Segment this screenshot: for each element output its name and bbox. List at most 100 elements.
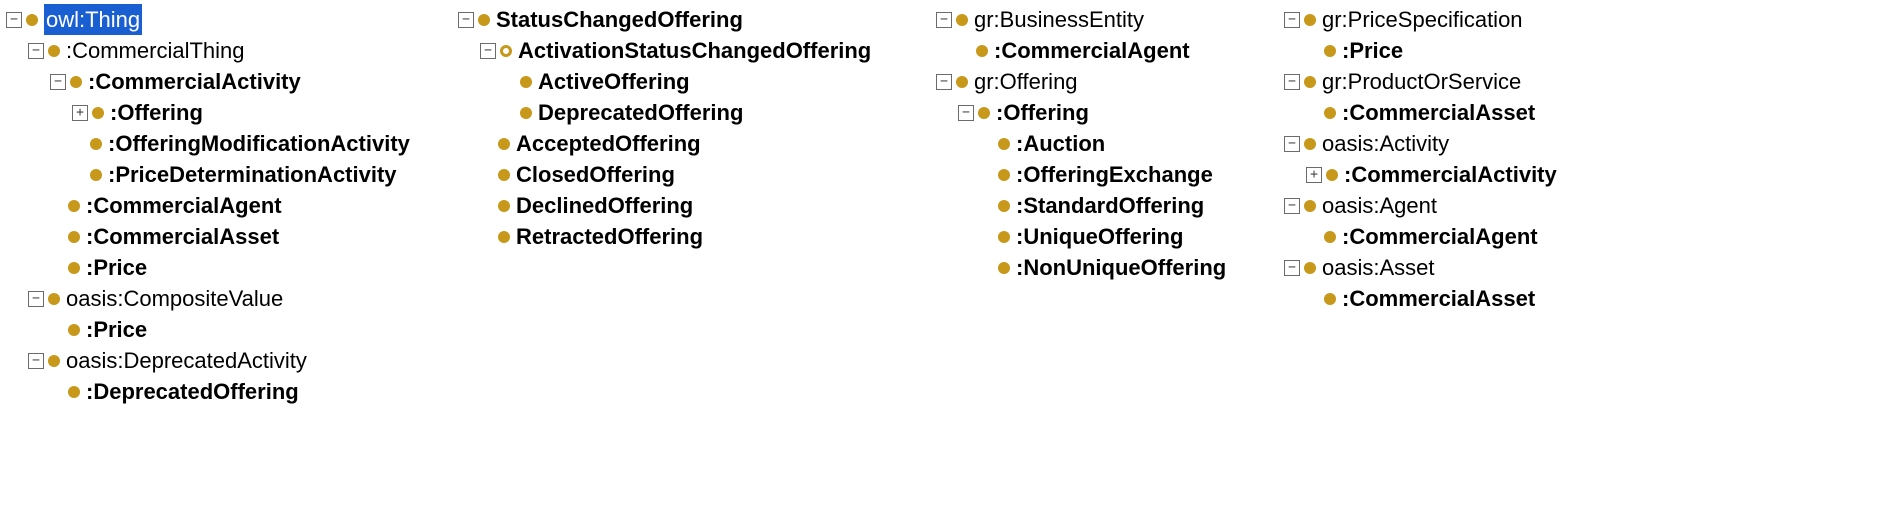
tree-node-offering-3[interactable]: :Offering — [958, 97, 1284, 128]
class-icon — [68, 231, 80, 243]
tree-node-commercial-agent-3[interactable]: :CommercialAgent — [958, 35, 1284, 66]
class-icon — [68, 262, 80, 274]
spacer-icon — [50, 199, 64, 213]
tree-node-deprecated-offering-2[interactable]: DeprecatedOffering — [502, 97, 936, 128]
class-icon — [1304, 76, 1316, 88]
tree-node-deprecated-offering[interactable]: :DeprecatedOffering — [50, 376, 458, 407]
collapse-icon[interactable] — [1284, 12, 1300, 28]
collapse-icon[interactable] — [480, 43, 496, 59]
collapse-icon[interactable] — [458, 12, 474, 28]
spacer-icon — [1306, 106, 1320, 120]
node-label: :Price — [86, 314, 147, 345]
tree-node-deprecated-activity[interactable]: oasis:DeprecatedActivity — [28, 345, 458, 376]
class-icon — [48, 293, 60, 305]
tree-node-accepted-offering[interactable]: AcceptedOffering — [480, 128, 936, 159]
tree-node-commercial-thing[interactable]: :CommercialThing — [28, 35, 458, 66]
tree-node-commercial-asset-4b[interactable]: :CommercialAsset — [1306, 283, 1884, 314]
node-label: :Price — [1342, 35, 1403, 66]
tree-node-composite-value[interactable]: oasis:CompositeValue — [28, 283, 458, 314]
tree-node-offering-modification-activity[interactable]: :OfferingModificationActivity — [72, 128, 458, 159]
tree-node-business-entity[interactable]: gr:BusinessEntity — [936, 4, 1284, 35]
tree-node-unique-offering[interactable]: :UniqueOffering — [980, 221, 1284, 252]
expand-icon[interactable] — [1306, 167, 1322, 183]
node-label: :CommercialActivity — [88, 66, 301, 97]
class-icon — [520, 107, 532, 119]
node-label: :CommercialActivity — [1344, 159, 1557, 190]
spacer-icon — [1306, 292, 1320, 306]
node-label: :PriceDeterminationActivity — [108, 159, 397, 190]
collapse-icon[interactable] — [6, 12, 22, 28]
node-label: :OfferingModificationActivity — [108, 128, 410, 159]
tree-node-declined-offering[interactable]: DeclinedOffering — [480, 190, 936, 221]
collapse-icon[interactable] — [1284, 198, 1300, 214]
collapse-icon[interactable] — [28, 291, 44, 307]
tree-node-price[interactable]: :Price — [50, 252, 458, 283]
collapse-icon[interactable] — [1284, 136, 1300, 152]
class-icon — [1304, 200, 1316, 212]
tree-node-gr-offering[interactable]: gr:Offering — [936, 66, 1284, 97]
node-label: :Offering — [110, 97, 203, 128]
class-icon — [1304, 138, 1316, 150]
node-label: :CommercialAgent — [1342, 221, 1538, 252]
collapse-icon[interactable] — [1284, 74, 1300, 90]
node-label: oasis:Asset — [1322, 252, 1435, 283]
class-icon — [998, 200, 1010, 212]
expand-icon[interactable] — [72, 105, 88, 121]
tree-node-price-4[interactable]: :Price — [1306, 35, 1884, 66]
tree-node-price-determination-activity[interactable]: :PriceDeterminationActivity — [72, 159, 458, 190]
collapse-icon[interactable] — [936, 74, 952, 90]
collapse-icon[interactable] — [50, 74, 66, 90]
node-label: oasis:CompositeValue — [66, 283, 283, 314]
tree-node-owl-thing[interactable]: owl:Thing — [6, 4, 458, 35]
tree-node-commercial-asset[interactable]: :CommercialAsset — [50, 221, 458, 252]
node-label: gr:Offering — [974, 66, 1078, 97]
tree-node-closed-offering[interactable]: ClosedOffering — [480, 159, 936, 190]
tree-node-active-offering[interactable]: ActiveOffering — [502, 66, 936, 97]
class-icon — [68, 386, 80, 398]
node-label: gr:ProductOrService — [1322, 66, 1521, 97]
tree-node-auction[interactable]: :Auction — [980, 128, 1284, 159]
collapse-icon[interactable] — [28, 353, 44, 369]
tree-node-standard-offering[interactable]: :StandardOffering — [980, 190, 1284, 221]
tree-node-retracted-offering[interactable]: RetractedOffering — [480, 221, 936, 252]
collapse-icon[interactable] — [28, 43, 44, 59]
spacer-icon — [50, 230, 64, 244]
node-label: AcceptedOffering — [516, 128, 701, 159]
tree-node-price-2[interactable]: :Price — [50, 314, 458, 345]
collapse-icon[interactable] — [1284, 260, 1300, 276]
tree-node-activation-status-changed-offering[interactable]: ActivationStatusChangedOffering — [480, 35, 936, 66]
spacer-icon — [480, 168, 494, 182]
tree-node-non-unique-offering[interactable]: :NonUniqueOffering — [980, 252, 1284, 283]
class-icon — [70, 76, 82, 88]
collapse-icon[interactable] — [936, 12, 952, 28]
class-icon — [478, 14, 490, 26]
tree-node-offering[interactable]: :Offering — [72, 97, 458, 128]
node-label: :Price — [86, 252, 147, 283]
collapse-icon[interactable] — [958, 105, 974, 121]
spacer-icon — [1306, 44, 1320, 58]
tree-node-price-specification[interactable]: gr:PriceSpecification — [1284, 4, 1884, 35]
tree-node-oasis-agent[interactable]: oasis:Agent — [1284, 190, 1884, 221]
spacer-icon — [1306, 230, 1320, 244]
spacer-icon — [502, 75, 516, 89]
node-label: gr:BusinessEntity — [974, 4, 1144, 35]
node-label: :Auction — [1016, 128, 1105, 159]
class-icon — [1324, 231, 1336, 243]
node-label: :CommercialAsset — [86, 221, 279, 252]
tree-node-commercial-agent-4[interactable]: :CommercialAgent — [1306, 221, 1884, 252]
spacer-icon — [980, 261, 994, 275]
class-icon — [48, 45, 60, 57]
class-icon — [1324, 45, 1336, 57]
class-icon — [498, 200, 510, 212]
tree-node-commercial-activity[interactable]: :CommercialActivity — [50, 66, 458, 97]
tree-node-oasis-asset[interactable]: oasis:Asset — [1284, 252, 1884, 283]
class-icon — [956, 14, 968, 26]
tree-node-offering-exchange[interactable]: :OfferingExchange — [980, 159, 1284, 190]
class-icon — [68, 200, 80, 212]
tree-node-status-changed-offering[interactable]: StatusChangedOffering — [458, 4, 936, 35]
tree-node-oasis-activity[interactable]: oasis:Activity — [1284, 128, 1884, 159]
tree-node-commercial-asset-4[interactable]: :CommercialAsset — [1306, 97, 1884, 128]
tree-node-product-or-service[interactable]: gr:ProductOrService — [1284, 66, 1884, 97]
tree-node-commercial-activity-4[interactable]: :CommercialActivity — [1306, 159, 1884, 190]
tree-node-commercial-agent[interactable]: :CommercialAgent — [50, 190, 458, 221]
